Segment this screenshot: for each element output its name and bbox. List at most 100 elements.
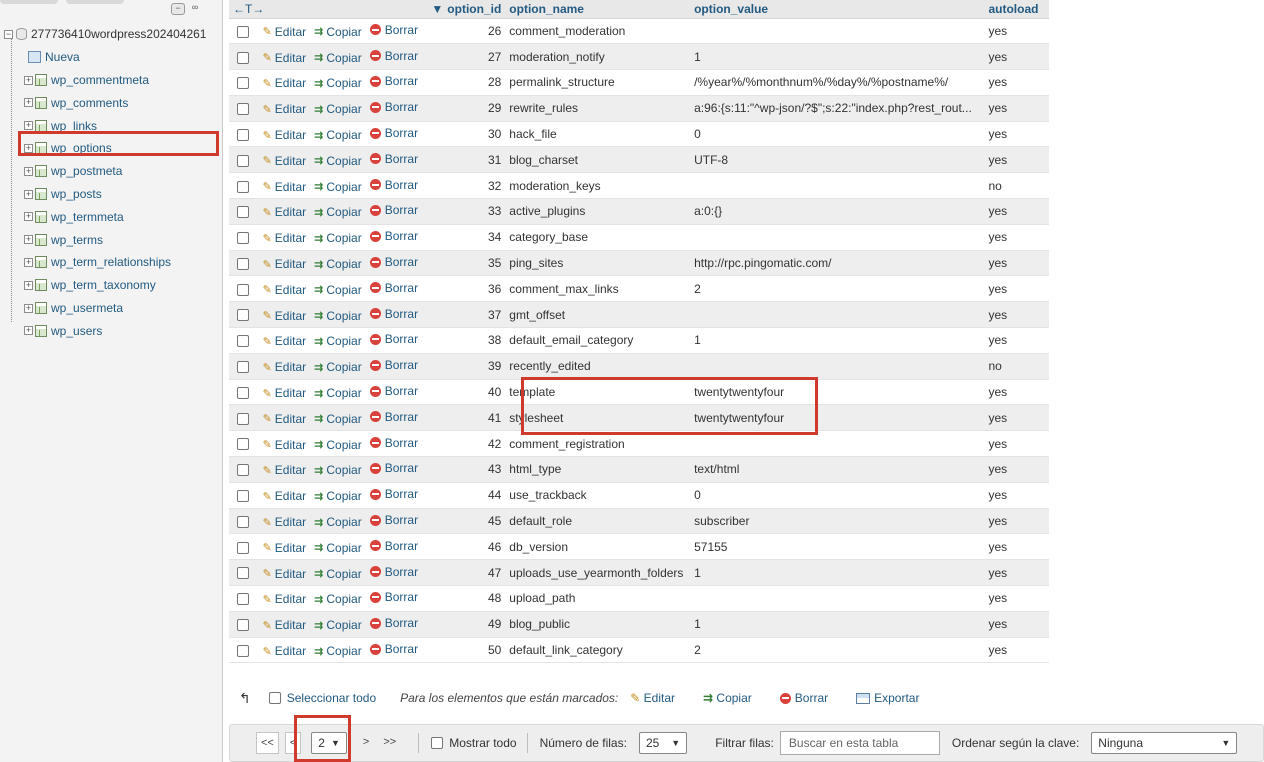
row-checkbox[interactable] <box>237 386 249 399</box>
cell-autoload[interactable]: yes <box>984 301 1049 328</box>
cell-option-id[interactable]: 41 <box>447 404 506 431</box>
delete-row-button[interactable]: Borrar <box>369 281 418 295</box>
copy-row-button[interactable]: ⇉ Copiar <box>314 618 362 632</box>
delete-row-button[interactable]: Borrar <box>369 23 418 37</box>
edit-row-button[interactable]: ✎ Editar <box>263 102 307 116</box>
cell-option-name[interactable]: default_role <box>505 508 691 534</box>
cell-option-name[interactable]: stylesheet <box>505 404 691 431</box>
delete-row-button[interactable]: Borrar <box>369 513 418 527</box>
cell-option-name[interactable]: default_link_category <box>505 637 691 663</box>
cell-option-id[interactable]: 39 <box>447 353 506 380</box>
cell-autoload[interactable]: yes <box>984 198 1049 225</box>
cell-option-id[interactable]: 43 <box>447 456 506 483</box>
edit-row-button[interactable]: ✎ Editar <box>263 25 307 39</box>
sidebar-item-wp-terms[interactable]: + wp_terms <box>24 229 246 251</box>
cell-option-id[interactable]: 27 <box>447 43 506 70</box>
cell-option-value[interactable] <box>690 353 985 380</box>
expand-icon[interactable]: + <box>24 212 33 222</box>
edit-row-button[interactable]: ✎ Editar <box>263 567 307 581</box>
copy-row-button[interactable]: ⇉ Copiar <box>314 76 362 90</box>
database-name[interactable]: 277736410wordpress202404261 <box>31 27 206 41</box>
cell-option-value[interactable]: 1 <box>690 43 985 70</box>
cell-option-name[interactable]: upload_path <box>505 585 691 612</box>
edit-row-button[interactable]: ✎ Editar <box>263 412 307 426</box>
cell-option-name[interactable]: hack_file <box>505 121 691 147</box>
row-checkbox[interactable] <box>237 515 249 528</box>
bulk-copy-button[interactable]: ⇉ Copiar <box>703 691 752 705</box>
edit-row-button[interactable]: ✎ Editar <box>263 644 307 658</box>
delete-row-button[interactable]: Borrar <box>369 178 418 192</box>
expand-icon[interactable]: + <box>24 280 33 290</box>
cell-autoload[interactable]: yes <box>984 43 1049 70</box>
sidebar-item-label[interactable]: wp_posts <box>51 187 102 201</box>
copy-row-button[interactable]: ⇉ Copiar <box>314 567 362 581</box>
copy-row-button[interactable]: ⇉ Copiar <box>314 463 362 477</box>
copy-row-button[interactable]: ⇉ Copiar <box>314 515 362 529</box>
sidebar-item-wp-links[interactable]: + wp_links <box>24 115 246 137</box>
delete-row-button[interactable]: Borrar <box>369 307 418 321</box>
copy-row-button[interactable]: ⇉ Copiar <box>314 592 362 606</box>
expand-icon[interactable]: + <box>24 166 33 176</box>
cell-option-value[interactable] <box>690 18 985 44</box>
copy-row-button[interactable]: ⇉ Copiar <box>314 412 362 426</box>
cell-option-value[interactable]: http://rpc.pingomatic.com/ <box>690 250 985 276</box>
copy-row-button[interactable]: ⇉ Copiar <box>314 334 362 348</box>
first-page-button[interactable]: << <box>256 732 279 754</box>
delete-row-button[interactable]: Borrar <box>369 229 418 243</box>
sidebar-item-label[interactable]: wp_comments <box>51 96 128 110</box>
cell-option-name[interactable]: db_version <box>505 533 691 560</box>
cell-option-value[interactable]: text/html <box>690 456 985 483</box>
cell-option-name[interactable]: comment_moderation <box>505 18 691 44</box>
sidebar-item-label[interactable]: wp_term_taxonomy <box>51 278 156 292</box>
select-all-checkbox[interactable] <box>268 692 281 704</box>
cell-option-id[interactable]: 29 <box>447 95 506 122</box>
cell-autoload[interactable]: yes <box>984 456 1049 483</box>
collapse-all-icon[interactable]: − <box>171 3 185 15</box>
cell-option-name[interactable]: ping_sites <box>505 250 691 276</box>
edit-row-button[interactable]: ✎ Editar <box>263 257 307 271</box>
row-checkbox[interactable] <box>237 77 249 90</box>
row-checkbox[interactable] <box>237 644 249 657</box>
cell-autoload[interactable]: yes <box>984 611 1049 638</box>
cell-option-value[interactable] <box>690 301 985 328</box>
edit-row-button[interactable]: ✎ Editar <box>263 541 307 555</box>
cell-option-id[interactable]: 48 <box>447 585 506 612</box>
copy-row-button[interactable]: ⇉ Copiar <box>314 205 362 219</box>
cell-option-name[interactable]: uploads_use_yearmonth_folders <box>505 559 691 586</box>
sidebar-item-wp-term-taxonomy[interactable]: + wp_term_taxonomy <box>24 274 246 296</box>
delete-row-button[interactable]: Borrar <box>369 100 418 114</box>
cell-autoload[interactable]: yes <box>984 121 1049 147</box>
cell-option-value[interactable]: a:96:{s:11:"^wp-json/?$";s:22:"index.php… <box>690 95 985 122</box>
copy-row-button[interactable]: ⇉ Copiar <box>314 231 362 245</box>
cell-autoload[interactable]: yes <box>984 250 1049 276</box>
copy-row-button[interactable]: ⇉ Copiar <box>314 180 362 194</box>
row-checkbox[interactable] <box>237 438 249 451</box>
cell-option-name[interactable]: moderation_notify <box>505 43 691 70</box>
row-checkbox[interactable] <box>237 361 249 374</box>
tree-database[interactable]: − 277736410wordpress202404261 <box>4 23 226 45</box>
cell-autoload[interactable]: yes <box>984 637 1049 663</box>
edit-row-button[interactable]: ✎ Editar <box>263 128 307 142</box>
cell-autoload[interactable]: yes <box>984 585 1049 612</box>
column-header-option-name[interactable]: option_name <box>505 0 691 19</box>
copy-row-button[interactable]: ⇉ Copiar <box>314 257 362 271</box>
edit-row-button[interactable]: ✎ Editar <box>263 438 307 452</box>
column-header-autoload[interactable]: autoload <box>984 0 1049 19</box>
next-page-button[interactable]: > <box>359 732 373 754</box>
cell-option-name[interactable]: blog_charset <box>505 146 691 173</box>
edit-row-button[interactable]: ✎ Editar <box>263 180 307 194</box>
copy-row-button[interactable]: ⇉ Copiar <box>314 489 362 503</box>
delete-row-button[interactable]: Borrar <box>369 487 418 501</box>
cell-autoload[interactable]: yes <box>984 404 1049 431</box>
cell-option-id[interactable]: 33 <box>447 198 506 225</box>
cell-option-value[interactable]: UTF-8 <box>690 146 985 173</box>
select-all-label[interactable]: Seleccionar todo <box>287 691 376 705</box>
sidebar-item-wp-options[interactable]: + wp_options <box>24 137 246 159</box>
expand-icon[interactable]: + <box>24 98 33 108</box>
cell-option-name[interactable]: active_plugins <box>505 198 691 225</box>
cell-option-value[interactable]: 1 <box>690 611 985 638</box>
cell-autoload[interactable]: yes <box>984 224 1049 251</box>
cell-option-id[interactable]: 35 <box>447 250 506 276</box>
sidebar-item-label[interactable]: wp_usermeta <box>51 301 123 315</box>
sidebar-item-wp-usermeta[interactable]: + wp_usermeta <box>24 297 246 319</box>
